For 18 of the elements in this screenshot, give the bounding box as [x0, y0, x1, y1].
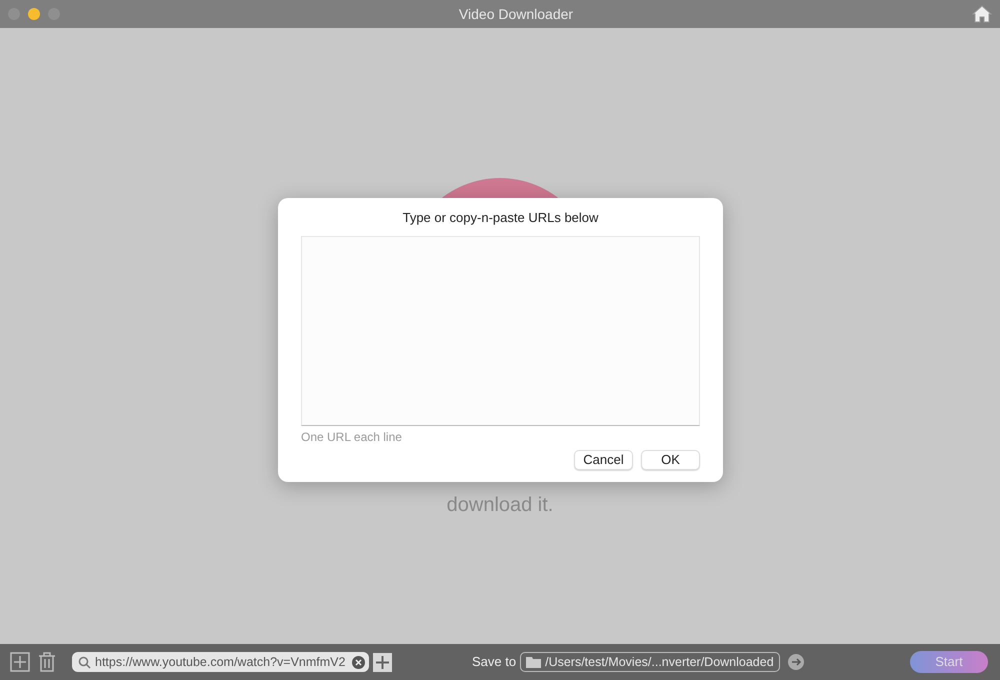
trash-icon[interactable]	[38, 652, 56, 672]
add-icon[interactable]	[10, 652, 30, 672]
minimize-window-icon[interactable]	[28, 8, 40, 20]
dialog-button[interactable]: Cancel	[574, 450, 633, 470]
arrow-right-icon[interactable]	[788, 654, 804, 670]
folder-icon	[526, 656, 542, 668]
url-field[interactable]: https://www.youtube.com/watch?v=VnmfmV2	[72, 652, 369, 672]
add-url-icon[interactable]	[373, 652, 392, 672]
home-icon[interactable]	[972, 5, 992, 23]
hint-text: One URL each line	[301, 430, 402, 444]
search-icon	[78, 656, 91, 668]
clear-icon[interactable]	[352, 656, 365, 668]
save-to-label: Save to	[472, 653, 516, 672]
instruction-text: download it.	[446, 493, 554, 518]
window-title: Video Downloader	[458, 6, 574, 22]
dialog-title: Type or copy-n-paste URLs below	[402, 209, 600, 227]
dialog-button[interactable]: OK	[641, 450, 700, 470]
save-path-field[interactable]: /Users/test/Movies/...nverter/Downloaded	[520, 652, 780, 672]
